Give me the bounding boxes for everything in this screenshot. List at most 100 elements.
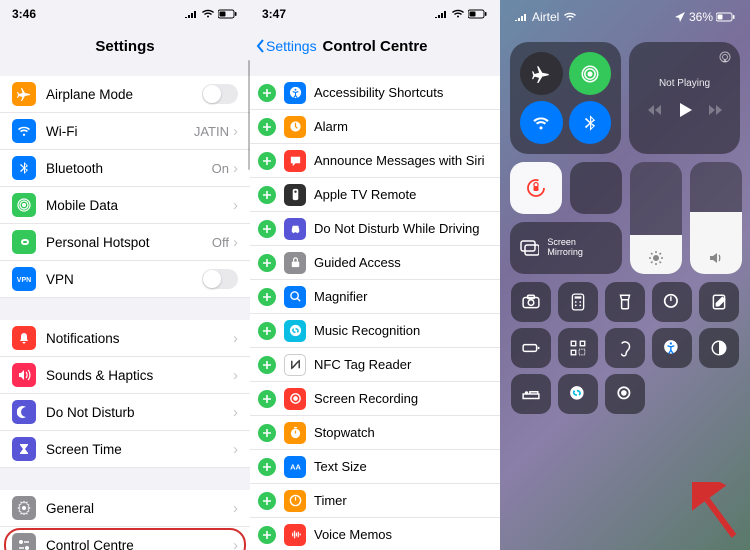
control-row-music-recognition[interactable]: Music Recognition [250, 314, 500, 348]
volume-slider[interactable] [690, 162, 742, 274]
toggle[interactable] [202, 84, 238, 104]
low-power-button[interactable] [511, 328, 551, 368]
status-indicators [184, 9, 238, 19]
row-label: Alarm [314, 119, 348, 134]
control-row-timer[interactable]: Timer [250, 484, 500, 518]
settings-row-vpn[interactable]: VPNVPN [0, 261, 250, 298]
control-row-text-size[interactable]: AAText Size [250, 450, 500, 484]
add-button[interactable] [258, 356, 276, 374]
settings-row-notifications[interactable]: Notifications› [0, 320, 250, 357]
settings-row-mobile-data[interactable]: Mobile Data› [0, 187, 250, 224]
calculator-button[interactable] [558, 282, 598, 322]
settings-row-personal-hotspot[interactable]: Personal HotspotOff› [0, 224, 250, 261]
battery-label: 36% [689, 10, 713, 24]
speaker-icon [12, 363, 36, 387]
add-button[interactable] [258, 492, 276, 510]
airplane-toggle[interactable] [520, 52, 563, 95]
music-recognition-button[interactable] [558, 374, 598, 414]
settings-row-general[interactable]: General› [0, 490, 250, 527]
sleep-button[interactable] [511, 374, 551, 414]
brightness-icon [648, 250, 664, 266]
row-label: Mobile Data [46, 198, 233, 213]
add-button[interactable] [258, 322, 276, 340]
add-button[interactable] [258, 186, 276, 204]
add-button[interactable] [258, 254, 276, 272]
control-row-announce-siri[interactable]: Announce Messages with Siri [250, 144, 500, 178]
control-row-alarm[interactable]: Alarm [250, 110, 500, 144]
add-button[interactable] [258, 288, 276, 306]
clock-icon [284, 116, 306, 138]
control-row-screen-recording[interactable]: Screen Recording [250, 382, 500, 416]
search-icon [284, 286, 306, 308]
row-label: Bluetooth [46, 161, 212, 176]
not-playing-label: Not Playing [659, 78, 710, 89]
add-button[interactable] [258, 152, 276, 170]
row-label: Sounds & Haptics [46, 368, 233, 383]
play-icon[interactable] [676, 101, 694, 119]
battery-icon [716, 12, 736, 22]
chevron-right-icon: › [233, 367, 238, 384]
screen-recording-button[interactable] [605, 374, 645, 414]
settings-row-airplane-mode[interactable]: Airplane Mode [0, 76, 250, 113]
row-label: Timer [314, 493, 347, 508]
timer-button[interactable] [652, 282, 692, 322]
orientation-lock-button[interactable] [510, 162, 562, 214]
chevron-right-icon: › [233, 441, 238, 458]
control-row-magnifier[interactable]: Magnifier [250, 280, 500, 314]
battery-icon [468, 9, 488, 19]
settings-row-screen-time[interactable]: Screen Time› [0, 431, 250, 468]
screen-mirroring-button[interactable]: Screen Mirroring [510, 222, 622, 274]
bell-icon [12, 326, 36, 350]
add-button[interactable] [258, 424, 276, 442]
row-label: Control Centre [46, 538, 233, 550]
add-button[interactable] [258, 526, 276, 544]
status-bar: 3:46 [0, 0, 250, 28]
camera-button[interactable] [511, 282, 551, 322]
add-button[interactable] [258, 220, 276, 238]
control-row-dnd-driving[interactable]: Do Not Disturb While Driving [250, 212, 500, 246]
battery-icon [218, 9, 238, 19]
notes-button[interactable] [699, 282, 739, 322]
control-row-accessibility-shortcuts[interactable]: Accessibility Shortcuts [250, 76, 500, 110]
media-panel[interactable]: Not Playing [629, 42, 740, 154]
record-icon [284, 388, 306, 410]
control-row-voice-memos[interactable]: Voice Memos [250, 518, 500, 550]
add-button[interactable] [258, 458, 276, 476]
qr-scanner-button[interactable] [558, 328, 598, 368]
settings-row-control-centre[interactable]: Control Centre› [0, 527, 250, 550]
wifi-icon [201, 9, 215, 19]
row-label: Music Recognition [314, 323, 420, 338]
signal-icon [514, 12, 528, 22]
connectivity-panel [510, 42, 621, 154]
settings-row-wifi[interactable]: Wi-FiJATIN› [0, 113, 250, 150]
chevron-right-icon: › [233, 234, 238, 251]
control-row-nfc-tag-reader[interactable]: NFC Tag Reader [250, 348, 500, 382]
toggle[interactable] [202, 269, 238, 289]
status-right: 36% [675, 10, 736, 24]
settings-row-do-not-disturb[interactable]: Do Not Disturb› [0, 394, 250, 431]
control-row-guided-access[interactable]: Guided Access [250, 246, 500, 280]
control-row-apple-tv-remote[interactable]: Apple TV Remote [250, 178, 500, 212]
flashlight-button[interactable] [605, 282, 645, 322]
bluetooth-toggle[interactable] [569, 101, 612, 144]
brightness-slider[interactable] [630, 162, 682, 274]
dark-mode-button[interactable] [570, 162, 622, 214]
mobile-data-toggle[interactable] [569, 52, 612, 95]
stopwatch-icon [284, 422, 306, 444]
add-button[interactable] [258, 390, 276, 408]
previous-icon[interactable] [648, 103, 662, 117]
hearing-button[interactable] [605, 328, 645, 368]
next-icon[interactable] [708, 103, 722, 117]
control-row-stopwatch[interactable]: Stopwatch [250, 416, 500, 450]
accessibility-button[interactable] [652, 328, 692, 368]
add-button[interactable] [258, 84, 276, 102]
row-label: Announce Messages with Siri [314, 153, 485, 168]
status-time: 3:46 [12, 7, 36, 21]
contrast-button[interactable] [699, 328, 739, 368]
wifi-toggle[interactable] [520, 101, 563, 144]
settings-row-bluetooth[interactable]: BluetoothOn› [0, 150, 250, 187]
back-button[interactable]: Settings [256, 38, 317, 54]
add-button[interactable] [258, 118, 276, 136]
accessibility-icon [284, 82, 306, 104]
settings-row-sounds-haptics[interactable]: Sounds & Haptics› [0, 357, 250, 394]
